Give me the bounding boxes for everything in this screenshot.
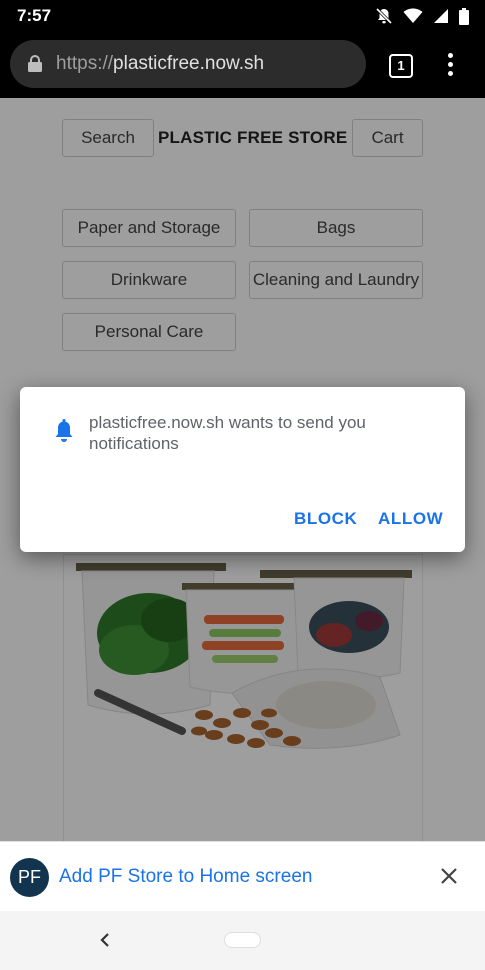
system-nav-bar bbox=[0, 911, 485, 970]
allow-button[interactable]: ALLOW bbox=[378, 509, 443, 529]
bell-icon bbox=[55, 419, 73, 442]
browser-toolbar: https://plasticfree.now.sh 1 bbox=[0, 32, 485, 98]
wifi-icon bbox=[403, 8, 423, 23]
status-time: 7:57 bbox=[17, 6, 52, 25]
close-icon[interactable] bbox=[439, 866, 459, 886]
home-button[interactable] bbox=[225, 933, 260, 947]
app-badge: PF bbox=[10, 858, 49, 897]
add-to-home-screen-bar: PF Add PF Store to Home screen bbox=[0, 841, 485, 911]
back-icon[interactable] bbox=[99, 932, 111, 948]
url-host: plasticfree.now.sh bbox=[113, 53, 265, 74]
url-scheme: https:// bbox=[56, 53, 114, 74]
status-bar: 7:57 bbox=[0, 0, 485, 32]
dialog-message: plasticfree.now.sh wants to send you not… bbox=[89, 413, 366, 453]
tab-switcher-button[interactable]: 1 bbox=[389, 54, 413, 78]
notification-permission-dialog: plasticfree.now.sh wants to send you not… bbox=[20, 387, 465, 552]
battery-icon bbox=[459, 7, 469, 25]
overflow-menu-icon[interactable] bbox=[446, 53, 454, 77]
notifications-off-icon bbox=[375, 7, 393, 25]
lock-icon bbox=[28, 55, 42, 72]
add-to-home-link[interactable]: Add PF Store to Home screen bbox=[59, 866, 312, 888]
url-text[interactable]: https://plasticfree.now.sh bbox=[56, 53, 264, 75]
cell-signal-icon bbox=[434, 9, 448, 23]
block-button[interactable]: BLOCK bbox=[294, 509, 357, 529]
url-bar[interactable]: https://plasticfree.now.sh bbox=[10, 40, 366, 88]
status-icons bbox=[375, 7, 469, 25]
